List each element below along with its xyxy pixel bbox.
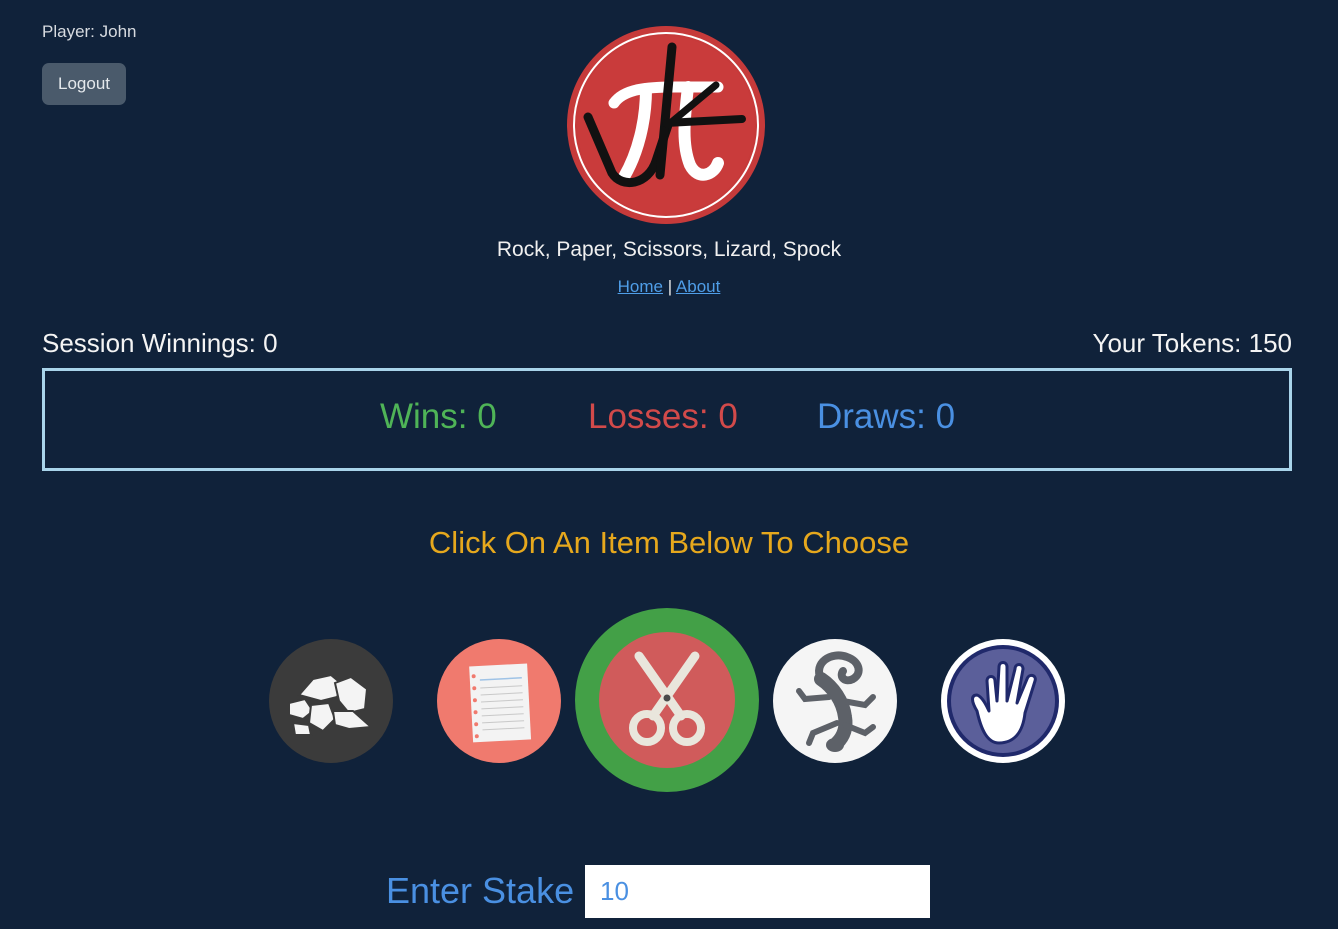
app-logo xyxy=(566,25,766,225)
scoreboard: Wins: 0 Losses: 0 Draws: 0 xyxy=(42,368,1292,471)
spock-choice[interactable] xyxy=(941,639,1065,763)
nav-separator: | xyxy=(662,277,676,296)
losses-count: Losses: 0 xyxy=(588,397,738,436)
rock-choice[interactable] xyxy=(269,639,393,763)
wins-count: Wins: 0 xyxy=(380,397,497,436)
game-subtitle: Rock, Paper, Scissors, Lizard, Spock xyxy=(496,238,842,261)
draws-count: Draws: 0 xyxy=(817,397,956,436)
stake-input[interactable] xyxy=(585,865,930,918)
token-balance: Your Tokens: 150 xyxy=(1092,328,1293,358)
lizard-choice[interactable] xyxy=(773,639,897,763)
stake-label: Enter Stake xyxy=(386,870,575,911)
nav-links: Home | About xyxy=(0,277,1338,297)
logout-button[interactable]: Logout xyxy=(42,63,126,105)
about-link[interactable]: About xyxy=(676,277,720,296)
rock-icon xyxy=(269,639,393,763)
choose-instruction: Click On An Item Below To Choose xyxy=(428,525,910,560)
spock-icon xyxy=(941,639,1065,763)
scissors-icon xyxy=(575,608,759,792)
lizard-icon xyxy=(773,639,897,763)
scissors-choice[interactable] xyxy=(575,608,759,792)
home-link[interactable]: Home xyxy=(618,277,663,296)
player-name-label: Player: John xyxy=(42,22,137,41)
paper-icon xyxy=(437,639,561,763)
session-winnings: Session Winnings: 0 xyxy=(42,328,278,358)
game-page: Player: John Logout Rock, Paper, Scissor… xyxy=(0,0,1338,929)
paper-choice[interactable] xyxy=(437,639,561,763)
